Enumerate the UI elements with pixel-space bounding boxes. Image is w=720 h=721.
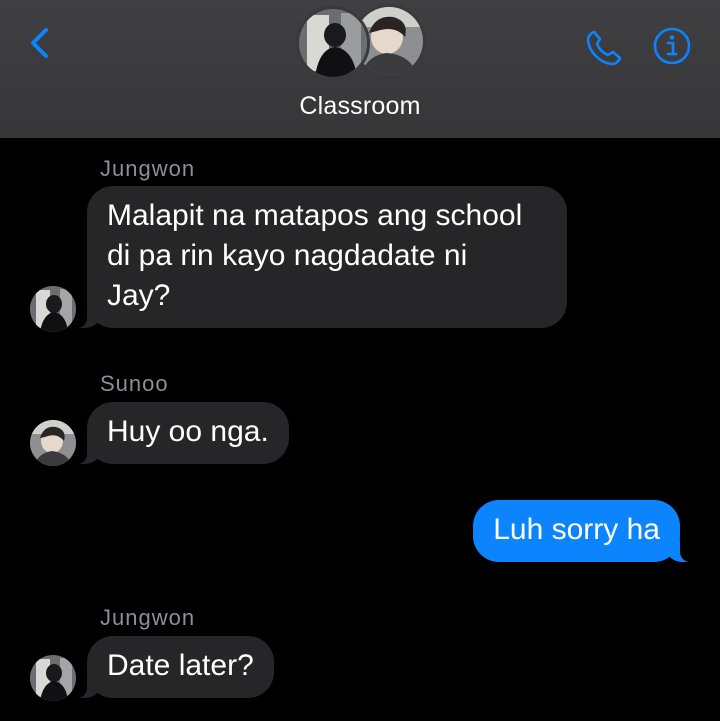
sender-name: Jungwon [100, 156, 196, 181]
message-line: Huy oo nga. [107, 415, 269, 448]
message-bubble-incoming[interactable]: Malapit na matapos ang school di pa rin … [75, 186, 567, 328]
sender-name: Jungwon [100, 605, 196, 630]
message-line: Luh sorry ha [493, 513, 660, 546]
chevron-left-icon [31, 28, 48, 58]
avatar-jungwon [296, 6, 370, 80]
message-line: Jay? [107, 279, 171, 312]
phone-icon [586, 30, 622, 66]
message-line: Malapit na matapos ang school [107, 199, 523, 232]
conversation-header: Classroom [0, 0, 720, 138]
avatar-jungwon[interactable] [30, 655, 76, 701]
conversation-title[interactable]: Classroom [0, 92, 720, 121]
sender-name: Sunoo [100, 371, 169, 396]
message-bubble-incoming[interactable]: Huy oo nga. [75, 402, 289, 464]
group-avatars[interactable] [296, 4, 426, 80]
avatar-jungwon[interactable] [30, 286, 76, 332]
call-button[interactable] [582, 26, 626, 70]
info-button[interactable] [652, 26, 692, 66]
info-icon [653, 27, 691, 65]
back-button[interactable] [22, 24, 62, 64]
message-bubble-incoming[interactable]: Date later? [75, 636, 274, 698]
message-bubble-outgoing[interactable]: Luh sorry ha [473, 500, 692, 562]
message-line: di pa rin kayo nagdadate ni [107, 239, 468, 272]
avatar-sunoo[interactable] [30, 420, 76, 466]
message-line: Date later? [107, 649, 254, 682]
